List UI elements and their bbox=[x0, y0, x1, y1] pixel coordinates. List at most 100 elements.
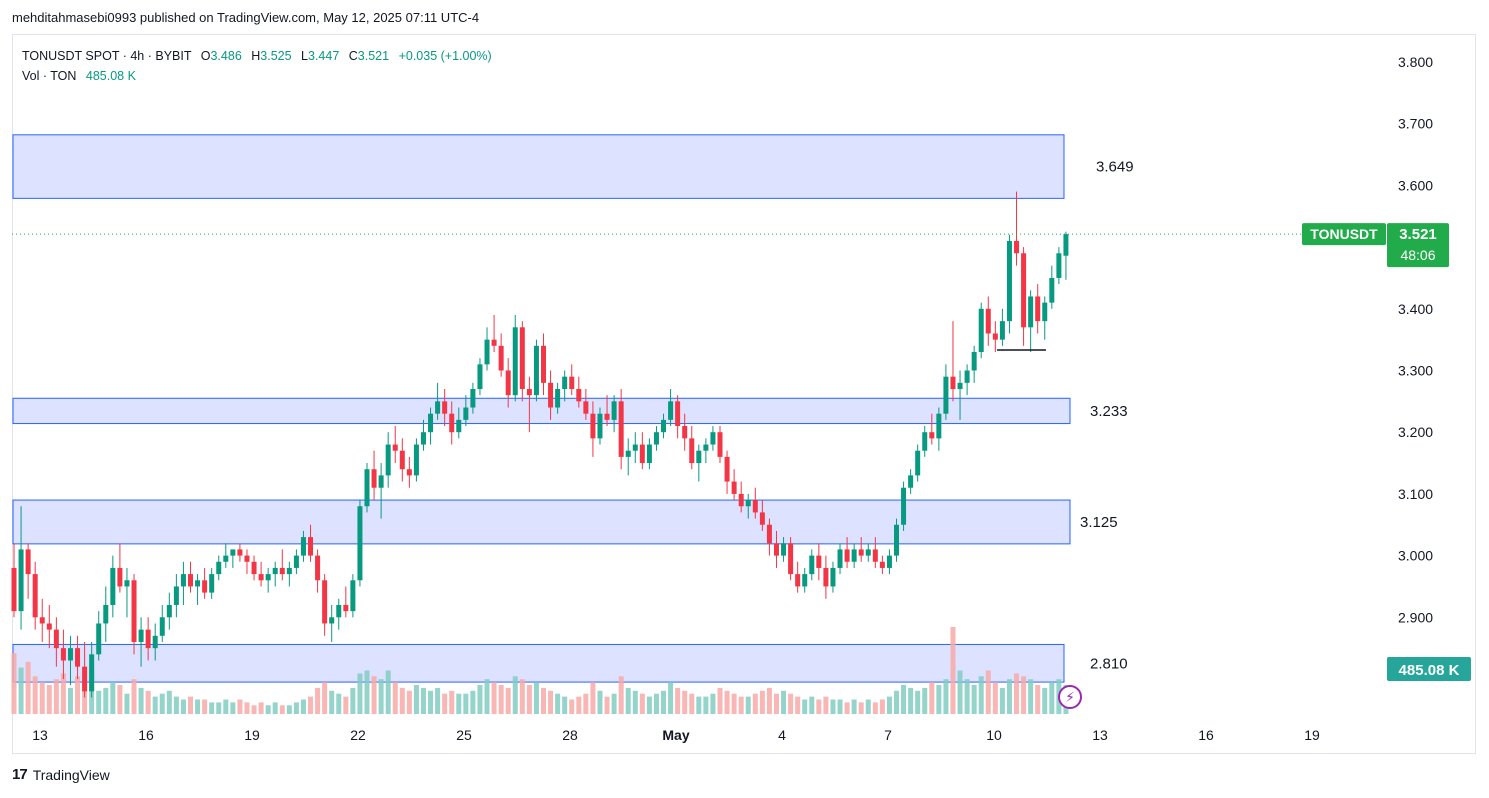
volume-bar bbox=[745, 696, 751, 714]
candle-body bbox=[766, 524, 772, 544]
volume-bar bbox=[315, 687, 321, 714]
y-tick-label: 3.700 bbox=[1398, 116, 1433, 132]
symbol-label[interactable]: TONUSDT SPOT · 4h · BYBIT bbox=[22, 49, 191, 63]
candle-body bbox=[350, 580, 356, 612]
candle-body bbox=[555, 389, 561, 408]
volume-bar bbox=[152, 696, 158, 714]
candle-body bbox=[463, 407, 469, 420]
volume-bar bbox=[209, 702, 215, 714]
y-tick-label: 2.900 bbox=[1398, 609, 1433, 625]
volume-bar bbox=[519, 679, 525, 714]
candle bbox=[1021, 247, 1027, 346]
candle-body bbox=[816, 555, 822, 568]
candle-body bbox=[505, 370, 511, 396]
candle bbox=[632, 432, 638, 464]
candle bbox=[244, 549, 250, 575]
volume-bar bbox=[53, 679, 59, 714]
candlestick-chart[interactable]: 3.649 3.233 3.125 2.810 3.800 3.700 3.600 3.40… bbox=[0, 0, 1489, 798]
close-value: 3.521 bbox=[357, 49, 390, 63]
candle-body bbox=[470, 389, 476, 408]
volume-bar bbox=[583, 693, 589, 714]
candle-body bbox=[738, 493, 744, 507]
candle bbox=[816, 543, 822, 581]
volume-bar bbox=[159, 693, 165, 714]
candle-body bbox=[752, 500, 758, 513]
candle-body bbox=[830, 567, 836, 587]
candle-body bbox=[653, 432, 659, 445]
candle bbox=[809, 549, 815, 581]
volume-bar bbox=[639, 693, 645, 714]
candle bbox=[286, 561, 292, 587]
candle-body bbox=[124, 580, 130, 587]
candle-body bbox=[308, 537, 314, 556]
volume-bar bbox=[569, 699, 575, 714]
candle-body bbox=[823, 567, 829, 587]
volume-bar bbox=[117, 685, 123, 714]
candle bbox=[519, 321, 525, 402]
candle bbox=[1049, 265, 1055, 309]
candle-body bbox=[435, 401, 441, 414]
candle bbox=[901, 481, 907, 531]
zone-label: 2.810 bbox=[1090, 655, 1128, 672]
candle bbox=[1028, 290, 1034, 352]
volume-bar bbox=[682, 690, 688, 714]
volume-bar bbox=[929, 682, 935, 714]
volume-bar bbox=[978, 676, 984, 714]
candle-body bbox=[978, 308, 984, 352]
volume-bar bbox=[449, 690, 455, 714]
volume-bar bbox=[272, 702, 278, 714]
candle bbox=[491, 314, 497, 352]
x-tick-label: 10 bbox=[986, 727, 1002, 743]
volume-bar bbox=[1028, 679, 1034, 714]
volume-bar bbox=[216, 702, 222, 714]
volume-bar bbox=[371, 676, 377, 714]
brand-name[interactable]: TradingView bbox=[33, 767, 110, 783]
x-tick-label: 19 bbox=[1304, 727, 1320, 743]
volume-bar bbox=[597, 690, 603, 714]
candle-body bbox=[611, 401, 617, 420]
volume-bar bbox=[879, 699, 885, 714]
candle-body bbox=[322, 580, 328, 624]
candle bbox=[420, 419, 426, 451]
candle bbox=[406, 456, 412, 488]
zone-box bbox=[12, 643, 1065, 683]
candle-body bbox=[639, 444, 645, 464]
volume-bar bbox=[936, 685, 942, 714]
volume-bar bbox=[166, 690, 172, 714]
candle bbox=[639, 432, 645, 470]
candle-body bbox=[929, 432, 935, 439]
candle-body bbox=[731, 481, 737, 494]
candle-body bbox=[886, 555, 892, 568]
candle-body bbox=[371, 469, 377, 488]
candle bbox=[788, 537, 794, 581]
volume-bar bbox=[230, 702, 236, 714]
candle bbox=[159, 604, 165, 642]
candle-body bbox=[477, 364, 483, 390]
candle bbox=[1014, 191, 1020, 266]
candle bbox=[103, 586, 109, 642]
candle-body bbox=[60, 648, 66, 661]
candle bbox=[943, 364, 949, 420]
candle-body bbox=[385, 444, 391, 476]
candle bbox=[837, 543, 843, 575]
candle-body bbox=[604, 413, 610, 420]
candle-body bbox=[1006, 240, 1012, 322]
candle-body bbox=[117, 567, 123, 587]
candle-body bbox=[336, 604, 342, 618]
candle bbox=[272, 561, 278, 587]
volume-bar bbox=[1035, 685, 1041, 714]
lightning-icon[interactable]: ⚡ bbox=[1058, 685, 1082, 709]
volume-label[interactable]: Vol · TON bbox=[22, 69, 76, 83]
candle bbox=[39, 598, 45, 642]
volume-bar bbox=[668, 682, 674, 714]
tradingview-logo-icon[interactable]: 17 bbox=[12, 766, 28, 783]
candle bbox=[364, 463, 370, 513]
candle-body bbox=[32, 574, 38, 618]
volume-bar bbox=[611, 693, 617, 714]
candle-body bbox=[110, 567, 116, 605]
candle-body bbox=[661, 419, 667, 433]
candle bbox=[46, 604, 52, 649]
candles-layer bbox=[11, 191, 1069, 698]
candle bbox=[188, 561, 193, 593]
y-tick-label: 3.200 bbox=[1398, 424, 1433, 440]
